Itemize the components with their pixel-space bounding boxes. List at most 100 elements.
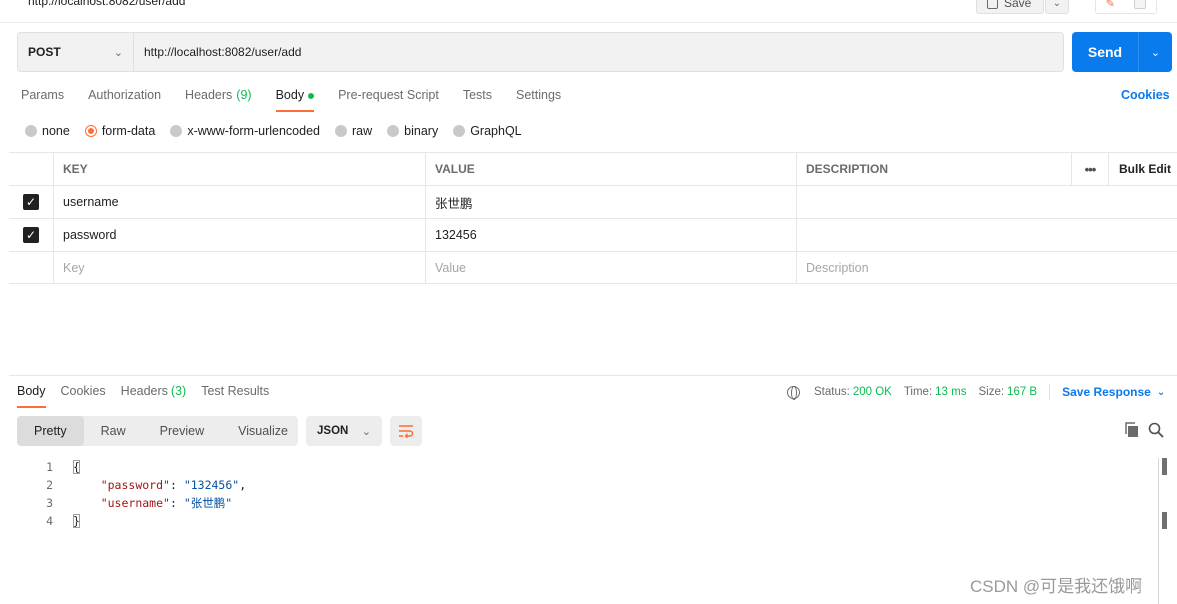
view-preview[interactable]: Preview xyxy=(143,416,221,446)
tab-label: Tests xyxy=(462,88,492,102)
description-cell[interactable] xyxy=(796,186,1145,218)
value-cell[interactable]: 132456 xyxy=(425,219,796,251)
divider xyxy=(1049,384,1051,400)
send-button-group: Send ⌄ xyxy=(1072,32,1172,72)
save-label: Save xyxy=(1004,0,1032,10)
response-tab-body[interactable]: Body xyxy=(17,384,46,408)
tab-label: Params xyxy=(21,88,65,102)
close-brace: } xyxy=(73,514,80,528)
description-cell[interactable] xyxy=(796,219,1145,251)
response-meta: Status: 200 OK Time: 13 ms Size: 167 B Save… xyxy=(787,384,1165,400)
cookies-link[interactable]: Cookies xyxy=(1121,88,1170,102)
radio-form-data[interactable]: form-data xyxy=(84,124,155,138)
bulk-edit-button[interactable]: Bulk Edit xyxy=(1108,153,1177,185)
send-button[interactable]: Send xyxy=(1072,32,1139,72)
tab-body[interactable]: Body xyxy=(275,88,315,112)
table-row: ✓ username 张世鹏 xyxy=(9,185,1177,218)
headers-count: (9) xyxy=(236,88,252,102)
wrap-lines-button[interactable] xyxy=(390,416,422,446)
line-number: 1 xyxy=(46,460,53,474)
response-tabs: Body Cookies Headers (3) Test Results xyxy=(17,384,284,408)
header-checkbox-column xyxy=(9,153,53,185)
radio-label: GraphQL xyxy=(470,124,522,138)
globe-icon[interactable] xyxy=(787,385,800,400)
scrollbar-marker[interactable] xyxy=(1162,512,1167,529)
tab-authorization[interactable]: Authorization xyxy=(88,88,161,112)
radio-urlencoded[interactable]: x-www-form-urlencoded xyxy=(170,124,320,138)
tab-headers[interactable]: Headers (9) xyxy=(185,88,252,112)
pencil-icon[interactable]: ✎ xyxy=(1106,0,1115,10)
scrollbar-track[interactable] xyxy=(1158,458,1159,604)
response-code-viewer[interactable]: 1{ 2 "password": "132456", 3 "username":… xyxy=(17,458,246,530)
response-divider[interactable] xyxy=(9,375,1177,376)
scrollbar-thumb[interactable] xyxy=(1162,458,1167,475)
view-raw[interactable]: Raw xyxy=(84,416,143,446)
view-visualize[interactable]: Visualize xyxy=(221,416,305,446)
time-value: 13 ms xyxy=(935,386,967,398)
window-url-tab[interactable]: http://localhost:8082/user/add xyxy=(28,0,185,8)
code-line: 1{ xyxy=(17,458,246,476)
key-placeholder[interactable]: Key xyxy=(53,252,425,284)
json-value: "张世鹏" xyxy=(183,496,233,510)
table-row-empty: Key Value Description xyxy=(9,251,1177,284)
table-row: ✓ password 132456 xyxy=(9,218,1177,251)
radio-label: none xyxy=(42,124,70,138)
tab-prerequest-script[interactable]: Pre-request Script xyxy=(338,88,439,112)
line-number: 4 xyxy=(46,514,53,528)
tab-settings[interactable]: Settings xyxy=(516,88,561,112)
radio-binary[interactable]: binary xyxy=(387,124,438,138)
radio-circle xyxy=(25,125,37,137)
response-tab-cookies[interactable]: Cookies xyxy=(61,384,106,408)
description-placeholder[interactable]: Description xyxy=(796,252,1145,284)
checkbox-checked[interactable]: ✓ xyxy=(23,194,39,210)
checkbox-checked[interactable]: ✓ xyxy=(23,227,39,243)
wrap-lines-icon xyxy=(399,425,414,438)
key-cell[interactable]: username xyxy=(53,186,425,218)
tab-label: Body xyxy=(17,384,46,398)
method-label: POST xyxy=(28,45,61,59)
tab-label: Body xyxy=(275,88,305,102)
body-type-radios: none form-data x-www-form-urlencoded raw… xyxy=(25,124,537,138)
copy-icon[interactable] xyxy=(1124,422,1139,438)
radio-circle xyxy=(387,125,400,137)
url-input[interactable] xyxy=(134,33,1063,71)
save-response-button[interactable]: Save Response ⌄ xyxy=(1062,385,1165,399)
save-button[interactable]: Save xyxy=(976,0,1044,14)
response-tab-headers[interactable]: Headers (3) xyxy=(121,384,187,408)
radio-graphql[interactable]: GraphQL xyxy=(453,124,522,138)
column-header-description: DESCRIPTION xyxy=(796,153,1071,185)
status-info[interactable]: Status: 200 OK xyxy=(814,386,892,398)
chevron-down-icon: ⌄ xyxy=(1156,386,1166,398)
format-label: JSON xyxy=(317,425,349,437)
radio-none[interactable]: none xyxy=(25,124,70,138)
json-key: "password" xyxy=(100,478,170,492)
time-info[interactable]: Time: 13 ms xyxy=(904,386,967,398)
format-select[interactable]: JSON ⌄ xyxy=(306,416,382,446)
tab-tests[interactable]: Tests xyxy=(463,88,492,112)
tab-label: Authorization xyxy=(88,88,162,102)
time-label: Time: xyxy=(903,386,933,398)
form-data-table: KEY VALUE DESCRIPTION ••• Bulk Edit ✓ us… xyxy=(9,152,1177,284)
radio-label: raw xyxy=(352,124,373,138)
method-select[interactable]: POST ⌄ xyxy=(18,33,134,71)
response-tab-test-results[interactable]: Test Results xyxy=(201,384,269,408)
radio-raw[interactable]: raw xyxy=(335,124,372,138)
row-checkbox-cell xyxy=(9,252,53,284)
size-info[interactable]: Size: 167 B xyxy=(978,386,1037,398)
value-cell[interactable]: 张世鹏 xyxy=(425,186,796,218)
chevron-down-icon: ⌄ xyxy=(1052,0,1062,9)
column-header-value: VALUE xyxy=(425,153,796,185)
save-dropdown-button[interactable]: ⌄ xyxy=(1045,0,1069,14)
comment-icon[interactable] xyxy=(1134,0,1147,9)
tab-params[interactable]: Params xyxy=(21,88,64,112)
radio-circle xyxy=(335,125,347,137)
view-pretty[interactable]: Pretty xyxy=(17,416,84,446)
search-icon[interactable] xyxy=(1148,422,1164,438)
modified-dot-icon xyxy=(308,93,315,99)
radio-label: binary xyxy=(404,124,439,138)
value-placeholder[interactable]: Value xyxy=(425,252,796,284)
more-options-button[interactable]: ••• xyxy=(1071,153,1108,185)
code-line: 3 "username": "张世鹏" xyxy=(17,494,246,512)
send-dropdown-button[interactable]: ⌄ xyxy=(1139,32,1172,72)
key-cell[interactable]: password xyxy=(53,219,425,251)
